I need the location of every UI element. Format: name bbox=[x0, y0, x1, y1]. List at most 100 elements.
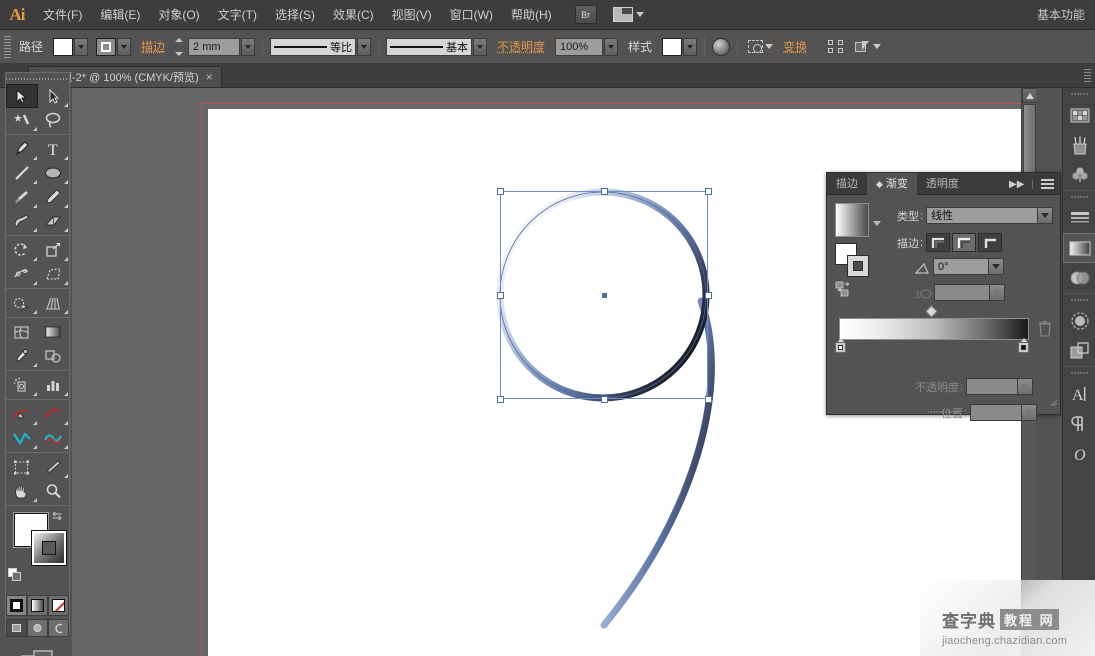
brushes-panel-button[interactable] bbox=[1063, 130, 1095, 160]
recolor-artwork-button[interactable] bbox=[712, 38, 730, 56]
stroke-color-control[interactable] bbox=[96, 38, 131, 56]
slice-tool[interactable] bbox=[38, 455, 70, 479]
mesh-tool[interactable] bbox=[6, 320, 38, 344]
stroke-dropdown-icon[interactable] bbox=[117, 38, 131, 56]
pencil-tool[interactable] bbox=[38, 185, 70, 209]
blend-tool[interactable] bbox=[38, 344, 70, 368]
paragraph-panel-button[interactable] bbox=[1063, 409, 1095, 439]
variable-width-profile-control[interactable]: 等比 bbox=[270, 38, 371, 56]
menu-effect[interactable]: 效果(C) bbox=[324, 0, 383, 30]
graphic-style-control[interactable] bbox=[662, 38, 697, 56]
magic-wand-tool[interactable] bbox=[6, 108, 38, 132]
gradient-location-input[interactable] bbox=[970, 404, 1022, 421]
draw-inside-button[interactable] bbox=[48, 619, 69, 637]
perspective-grid-tool[interactable] bbox=[38, 291, 70, 315]
gradient-aspect-chevron-down-icon[interactable] bbox=[990, 284, 1005, 301]
menu-type[interactable]: 文字(T) bbox=[209, 0, 266, 30]
gradient-type-value[interactable]: 线性 bbox=[926, 207, 1038, 224]
menu-file[interactable]: 文件(F) bbox=[34, 0, 91, 30]
right-dock-group4-grip[interactable] bbox=[1063, 367, 1095, 379]
gradient-angle-chevron-down-icon[interactable] bbox=[989, 258, 1004, 275]
width-tool[interactable] bbox=[6, 262, 38, 286]
opacity-label[interactable]: 不透明度 bbox=[497, 38, 545, 55]
gradient-panel-button[interactable] bbox=[1063, 233, 1095, 263]
hand-tool[interactable] bbox=[6, 479, 38, 503]
opacity-input[interactable]: 100% bbox=[555, 38, 603, 56]
menu-window[interactable]: 窗口(W) bbox=[441, 0, 502, 30]
draw-normal-button[interactable] bbox=[6, 619, 27, 637]
ellipse-tool[interactable] bbox=[38, 161, 70, 185]
rotate-tool[interactable] bbox=[6, 238, 38, 262]
pen-tool[interactable] bbox=[6, 137, 38, 161]
panel-resize-grip[interactable] bbox=[1048, 394, 1058, 404]
stroke-swatch[interactable] bbox=[96, 38, 116, 56]
swap-fill-stroke-icon[interactable]: ⇆ bbox=[52, 510, 66, 524]
right-dock-top-grip[interactable] bbox=[1063, 88, 1095, 100]
zigzag-path-tool[interactable] bbox=[6, 426, 38, 450]
delete-stop-icon[interactable] bbox=[1038, 320, 1052, 337]
zoom-tool[interactable] bbox=[38, 479, 70, 503]
gradient-slider-ramp[interactable] bbox=[839, 318, 1029, 340]
scroll-up-button[interactable] bbox=[1022, 88, 1036, 103]
menu-view[interactable]: 视图(V) bbox=[383, 0, 441, 30]
select-similar-button[interactable] bbox=[853, 38, 873, 56]
artboard-tool[interactable] bbox=[6, 455, 38, 479]
selection-bounding-box[interactable] bbox=[500, 191, 708, 399]
transparency-panel-button[interactable] bbox=[1063, 263, 1095, 293]
tools-panel-grip[interactable] bbox=[6, 73, 69, 84]
gradient-tool[interactable] bbox=[38, 320, 70, 344]
menu-help[interactable]: 帮助(H) bbox=[502, 0, 561, 30]
change-screen-mode-button[interactable] bbox=[6, 645, 69, 656]
align-button[interactable] bbox=[745, 38, 765, 56]
gradient-stop-start[interactable] bbox=[835, 338, 846, 353]
workspace-switcher[interactable]: 基本功能 bbox=[1027, 6, 1095, 23]
wave-path-tool[interactable] bbox=[38, 426, 70, 450]
stroke-along-button[interactable] bbox=[952, 233, 976, 252]
menu-select[interactable]: 选择(S) bbox=[266, 0, 324, 30]
selection-tool[interactable] bbox=[6, 84, 38, 108]
reshape-tool[interactable] bbox=[38, 402, 70, 426]
stroke-color-swatch[interactable] bbox=[32, 531, 66, 565]
tab-gradient[interactable]: ◆渐变 bbox=[867, 173, 917, 195]
gradient-presets-chevron-down-icon[interactable] bbox=[873, 221, 881, 226]
default-fill-stroke-icon[interactable] bbox=[8, 568, 22, 582]
opacity-control[interactable]: 100% bbox=[555, 38, 618, 56]
opacity-dropdown-icon[interactable] bbox=[604, 38, 618, 56]
gradient-aspect-input[interactable] bbox=[934, 284, 990, 301]
tab-transparency[interactable]: 透明度 bbox=[917, 173, 968, 195]
stroke-panel-button[interactable] bbox=[1063, 203, 1095, 233]
gradient-opacity-chevron-down-icon[interactable] bbox=[1018, 378, 1033, 395]
stroke-weight-dropdown-icon[interactable] bbox=[241, 38, 255, 56]
menu-object[interactable]: 对象(O) bbox=[149, 0, 208, 30]
line-segment-tool[interactable] bbox=[6, 161, 38, 185]
shape-builder-tool[interactable] bbox=[6, 291, 38, 315]
stroke-within-button[interactable] bbox=[926, 233, 950, 252]
perspective-selection-tool[interactable] bbox=[6, 402, 38, 426]
stroke-weight-input[interactable]: 2 mm bbox=[188, 38, 240, 56]
paintbrush-tool[interactable] bbox=[6, 185, 38, 209]
fill-dropdown-icon[interactable] bbox=[74, 38, 88, 56]
isolate-group-button[interactable] bbox=[825, 38, 845, 56]
fill-color-control[interactable] bbox=[53, 38, 88, 56]
gradient-stop-end[interactable] bbox=[1018, 338, 1029, 353]
style-swatch[interactable] bbox=[662, 38, 682, 56]
gradient-panel[interactable]: 描边 ◆渐变 透明度 ▶▶ | bbox=[826, 172, 1061, 415]
stroke-across-button[interactable] bbox=[978, 233, 1002, 252]
opentype-panel-button[interactable]: O bbox=[1063, 439, 1095, 469]
brush-preview[interactable]: 基本 bbox=[386, 38, 472, 56]
gradient-location-chevron-down-icon[interactable] bbox=[1022, 404, 1037, 421]
close-icon[interactable]: × bbox=[206, 71, 213, 83]
direct-selection-tool[interactable] bbox=[38, 84, 70, 108]
width-profile-dropdown-icon[interactable] bbox=[357, 38, 371, 56]
transform-label[interactable]: 变换 bbox=[783, 38, 807, 55]
bridge-button[interactable]: Br bbox=[575, 5, 597, 24]
style-dropdown-icon[interactable] bbox=[683, 38, 697, 56]
gradient-type-chevron-down-icon[interactable] bbox=[1038, 207, 1053, 224]
gradient-midpoint-handle[interactable] bbox=[925, 305, 938, 318]
blob-brush-tool[interactable] bbox=[6, 209, 38, 233]
lasso-tool[interactable] bbox=[38, 108, 70, 132]
align-chevron-down-icon[interactable] bbox=[765, 44, 773, 49]
character-panel-button[interactable]: A bbox=[1063, 379, 1095, 409]
reverse-gradient-icon[interactable] bbox=[835, 281, 855, 297]
gradient-stroke-button[interactable] bbox=[847, 255, 869, 277]
